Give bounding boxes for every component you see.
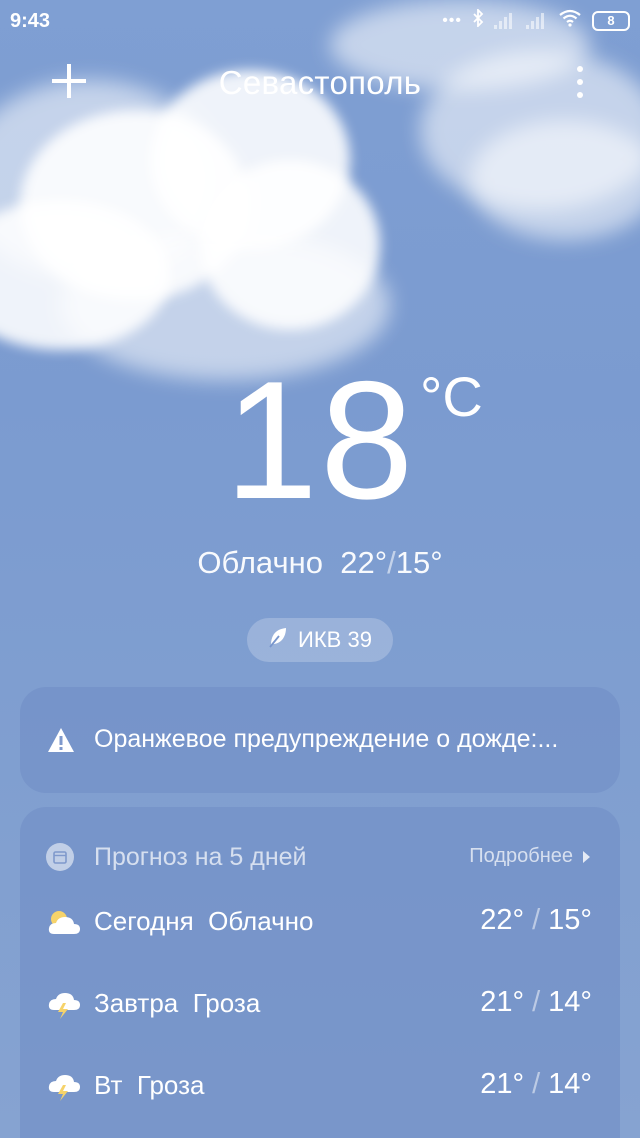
alert-text: Оранжевое предупреждение о дожде:...	[94, 725, 559, 753]
header: Севастополь	[0, 56, 640, 112]
details-link[interactable]: Подробнее	[469, 845, 590, 868]
battery-icon: 8	[592, 10, 630, 31]
weather-alert-card[interactable]: Оранжевое предупреждение о дожде:...	[20, 687, 620, 793]
condition-line: Облачно 22°/15°	[0, 545, 640, 581]
aqi-chip[interactable]: ИКВ 39	[247, 618, 393, 662]
condition-text: Облачно	[197, 545, 323, 580]
forecast-row-today[interactable]: Сегодня Облачно 22°/15°	[20, 900, 620, 950]
current-temperature: 18 °C	[0, 350, 640, 530]
more-menu-button[interactable]	[568, 66, 592, 100]
forecast-label: Вт Гроза	[94, 1070, 205, 1100]
signal-icon	[494, 12, 516, 29]
forecast-row-tue[interactable]: Вт Гроза 21°/14°	[20, 1064, 620, 1114]
cloudy-icon	[46, 908, 82, 938]
status-time: 9:43	[10, 10, 51, 32]
forecast-label: Сегодня Облачно	[94, 906, 314, 936]
temperature-unit: °C	[420, 365, 483, 428]
forecast-temps: 21°/14°	[480, 1068, 592, 1100]
today-low: 15°	[395, 545, 443, 580]
thunderstorm-icon	[46, 1072, 82, 1102]
thunderstorm-icon	[46, 990, 82, 1020]
leaf-icon	[268, 626, 288, 654]
bluetooth-icon	[472, 7, 484, 32]
status-bar: 9:43 ••• 8	[0, 0, 640, 44]
status-icons: ••• 8	[442, 7, 630, 32]
weather-screen: 9:43 ••• 8 Севастополь 18 °C Облачно 22°…	[0, 0, 640, 1138]
calendar-icon	[46, 843, 74, 871]
city-title: Севастополь	[218, 64, 422, 101]
forecast-temps: 22°/15°	[480, 904, 592, 936]
forecast-card: Прогноз на 5 дней Подробнее Сегодня Обла…	[20, 807, 620, 1138]
forecast-header: Прогноз на 5 дней Подробнее	[20, 839, 620, 879]
aqi-label: ИКВ 39	[298, 627, 372, 652]
dots-icon: •••	[442, 11, 462, 29]
wifi-icon	[558, 9, 582, 32]
temperature-value: 18	[224, 346, 416, 534]
forecast-label: Завтра Гроза	[94, 988, 261, 1018]
forecast-temps: 21°/14°	[480, 986, 592, 1018]
forecast-title: Прогноз на 5 дней	[94, 843, 307, 871]
forecast-row-tomorrow[interactable]: Завтра Гроза 21°/14°	[20, 982, 620, 1032]
temp-separator: /	[387, 545, 396, 580]
warning-icon	[47, 727, 75, 753]
today-high: 22°	[340, 545, 388, 580]
signal-icon	[526, 12, 548, 29]
